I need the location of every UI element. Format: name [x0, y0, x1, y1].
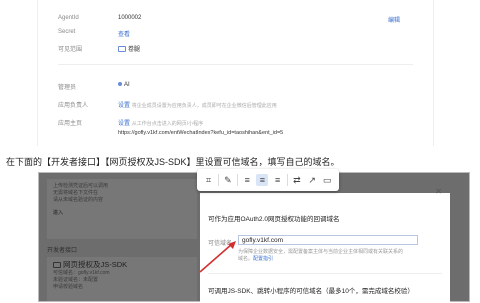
- dialog-divider: [208, 273, 442, 274]
- secret-label: Secret: [58, 29, 76, 35]
- view-secret-link[interactable]: 查看: [118, 29, 130, 38]
- crop-icon[interactable]: ⌗: [203, 174, 215, 186]
- dev-interface-label: 开发者接口: [47, 248, 78, 254]
- toolbar-divider: [237, 174, 239, 186]
- web-icon: [53, 262, 61, 269]
- home-hint: 从工作台点击进入的网页/小程序: [131, 121, 204, 127]
- agentid-value: 1000002: [118, 15, 142, 21]
- annotation-arrow: [199, 241, 236, 273]
- config-help-link[interactable]: 配置指引: [253, 256, 273, 262]
- caption-text: 在下面的【开发者接口】【网页授权及JS-SDK】里设置可信域名，填写自己的域名。: [6, 157, 340, 167]
- owner-set-link[interactable]: 设置: [118, 103, 130, 109]
- admin-label: 管理员: [58, 85, 77, 91]
- jssdk-domain: 可信域名：gofly.v1kf.com: [53, 270, 110, 277]
- person-icon: [118, 82, 122, 87]
- replace-icon[interactable]: ⇄: [291, 174, 303, 186]
- owner-label: 应用负责人: [58, 103, 89, 109]
- owner-row: 设置 将企业成员设置为应用负责人，成员即可在企业微信后管理此应用: [118, 100, 277, 109]
- align-center-icon[interactable]: ≡: [256, 174, 269, 186]
- left-card: 上传检测凭证后可以调用 无需将域名下文件在 请从未域名验证的内容 进入: [47, 179, 197, 239]
- edit-icon[interactable]: ✎: [222, 174, 234, 186]
- enter-link[interactable]: 进入: [53, 210, 191, 217]
- close-icon[interactable]: ✕: [435, 187, 442, 196]
- home-row: 设置 从工作台点击进入的网页/小程序: [118, 118, 203, 127]
- folder-icon: [118, 46, 126, 53]
- domain-input[interactable]: gofly.v1kf.com: [238, 235, 418, 245]
- comment-icon[interactable]: ▭: [321, 174, 333, 186]
- jssdk-apply[interactable]: 申请校验域名: [53, 284, 191, 291]
- home-label: 应用主页: [58, 121, 83, 127]
- owner-hint: 将企业成员设置为应用负责人，成员即可在企业微信后管理此应用: [131, 103, 277, 109]
- share-icon[interactable]: ↗: [306, 174, 318, 186]
- left-card-text: 上传检测凭证后可以调用 无需将域名下文件在 请从未域名验证的内容 进入: [47, 179, 197, 221]
- jssdk-domain-section: 可调用JS-SDK、跳转小程序的可信域名（最多10个，需完成域名校验）: [208, 288, 414, 295]
- home-url: https://gofly.v1kf.com/entWechatIndex?ke…: [118, 130, 284, 136]
- dialog-title: 可作为应用OAuth2.0网页授权功能的回调域名: [208, 216, 340, 223]
- admin-value: AI: [118, 82, 130, 88]
- edit-link[interactable]: 编辑: [388, 15, 400, 24]
- toolbar-divider: [286, 174, 288, 186]
- jssdk-card[interactable]: 网页授权及JS-SDK 可信域名：gofly.v1kf.com 未验证域名：未配…: [47, 257, 197, 301]
- agentid-label: AgentId: [58, 15, 79, 21]
- toolbar-divider: [217, 174, 219, 186]
- align-right-icon[interactable]: ≡: [272, 174, 284, 186]
- divider: [58, 64, 413, 65]
- align-left-icon[interactable]: ≡: [241, 174, 253, 186]
- jssdk-title: 网页授权及JS-SDK: [53, 261, 191, 268]
- dialog-note: 为保障企业数据安全，需配置备案主体与当前企业主体相同或有关联关系的域名。配置指引: [238, 249, 404, 262]
- app-settings-panel: AgentId 1000002 编辑 Secret 查看 可见范围 卷腿 管理员…: [37, 0, 434, 146]
- jssdk-sub: 未验证域名：未配置: [53, 277, 99, 284]
- home-set-link[interactable]: 设置: [118, 121, 130, 127]
- visible-range-label: 可见范围: [58, 47, 83, 53]
- visible-range-value: 卷腿: [118, 44, 140, 53]
- annotation-toolbar: ⌗ ✎ ≡ ≡ ≡ ⇄ ↗ ▭: [197, 169, 339, 191]
